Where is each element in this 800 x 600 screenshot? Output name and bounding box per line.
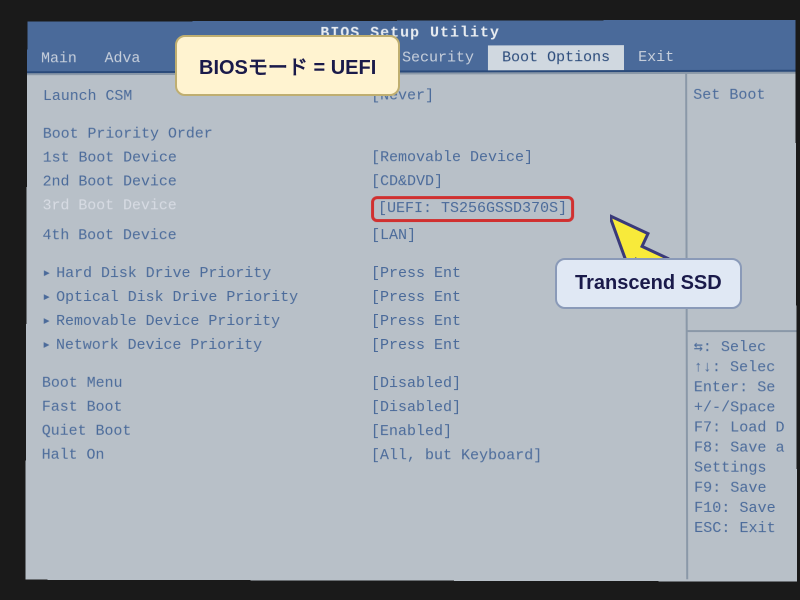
hint-nav-lr: ⇆: Selec (694, 338, 791, 358)
row-network-priority[interactable]: Network Device Priority [Press Ent (42, 336, 676, 356)
value-4th-boot: [LAN] (371, 226, 416, 246)
value-boot-menu: [Disabled] (371, 374, 461, 394)
tab-security[interactable]: Security (388, 45, 488, 70)
main-panel: Launch CSM [Never] Boot Priority Order 1… (25, 74, 688, 579)
label-boot-menu: Boot Menu (42, 374, 371, 394)
label-2nd-boot: 2nd Boot Device (43, 172, 371, 192)
hint-enter: Enter: Se (694, 378, 791, 398)
label-1st-boot: 1st Boot Device (43, 148, 371, 168)
hint-f8: F8: Save a (694, 438, 791, 458)
value-fast-boot: [Disabled] (371, 398, 461, 418)
tab-boot-options[interactable]: Boot Options (488, 45, 624, 70)
row-1st-boot[interactable]: 1st Boot Device [Removable Device] (43, 148, 676, 169)
callout-bios-mode: BIOSモード = UEFI (175, 35, 400, 96)
hint-f7: F7: Load D (694, 418, 791, 438)
value-3rd-boot: [UEFI: TS256GSSD370S] (371, 196, 574, 222)
row-fast-boot[interactable]: Fast Boot [Disabled] (42, 398, 676, 419)
tab-exit[interactable]: Exit (624, 45, 688, 70)
hint-nav-ud: ↑↓: Selec (694, 358, 791, 378)
hint-f10: F10: Save (694, 499, 791, 519)
row-4th-boot[interactable]: 4th Boot Device [LAN] (42, 226, 675, 246)
hint-f9: F9: Save (694, 479, 791, 499)
label-fast-boot: Fast Boot (42, 398, 371, 418)
tab-bar: Main Adva ion Security Boot Options Exit (27, 45, 795, 73)
tab-advanced[interactable]: Adva (91, 46, 155, 71)
content-wrap: Launch CSM [Never] Boot Priority Order 1… (25, 72, 797, 580)
title-bar: BIOS Setup Utility (27, 20, 795, 47)
callout-transcend-ssd: Transcend SSD (555, 258, 742, 309)
label-network-priority: Network Device Priority (42, 336, 371, 356)
value-hdd-priority: [Press Ent (371, 264, 461, 284)
value-halt-on: [All, but Keyboard] (371, 446, 542, 466)
row-priority-header: Boot Priority Order (43, 124, 675, 145)
row-3rd-boot[interactable]: 3rd Boot Device [UEFI: TS256GSSD370S] (43, 196, 676, 222)
row-removable-priority[interactable]: Removable Device Priority [Press Ent (42, 312, 676, 332)
label-priority-header: Boot Priority Order (43, 124, 371, 144)
label-halt-on: Halt On (42, 446, 371, 466)
label-hdd-priority: Hard Disk Drive Priority (42, 264, 371, 284)
label-removable-priority: Removable Device Priority (42, 312, 371, 332)
value-network-priority: [Press Ent (371, 336, 461, 356)
row-quiet-boot[interactable]: Quiet Boot [Enabled] (42, 422, 676, 443)
highlight-3rd-boot: [UEFI: TS256GSSD370S] (371, 196, 574, 222)
label-quiet-boot: Quiet Boot (42, 422, 371, 442)
row-boot-menu[interactable]: Boot Menu [Disabled] (42, 374, 676, 394)
label-odd-priority: Optical Disk Drive Priority (42, 288, 371, 308)
label-3rd-boot: 3rd Boot Device (43, 196, 372, 222)
help-desc: Set Boot (693, 86, 789, 106)
tab-main[interactable]: Main (27, 46, 91, 71)
value-1st-boot: [Removable Device] (371, 148, 533, 168)
value-quiet-boot: [Enabled] (371, 422, 452, 442)
hint-pm-space: +/-/Space (694, 398, 791, 418)
row-halt-on[interactable]: Halt On [All, but Keyboard] (42, 446, 676, 467)
row-2nd-boot[interactable]: 2nd Boot Device [CD&DVD] (43, 172, 676, 193)
hint-settings: Settings (694, 459, 791, 479)
value-odd-priority: [Press Ent (371, 288, 461, 308)
label-4th-boot: 4th Boot Device (42, 226, 371, 246)
help-panel: Set Boot ⇆: Selec ↑↓: Selec Enter: Se +/… (687, 74, 797, 580)
hint-esc: ESC: Exit (694, 519, 791, 539)
value-removable-priority: [Press Ent (371, 312, 461, 332)
value-2nd-boot: [CD&DVD] (371, 172, 443, 192)
